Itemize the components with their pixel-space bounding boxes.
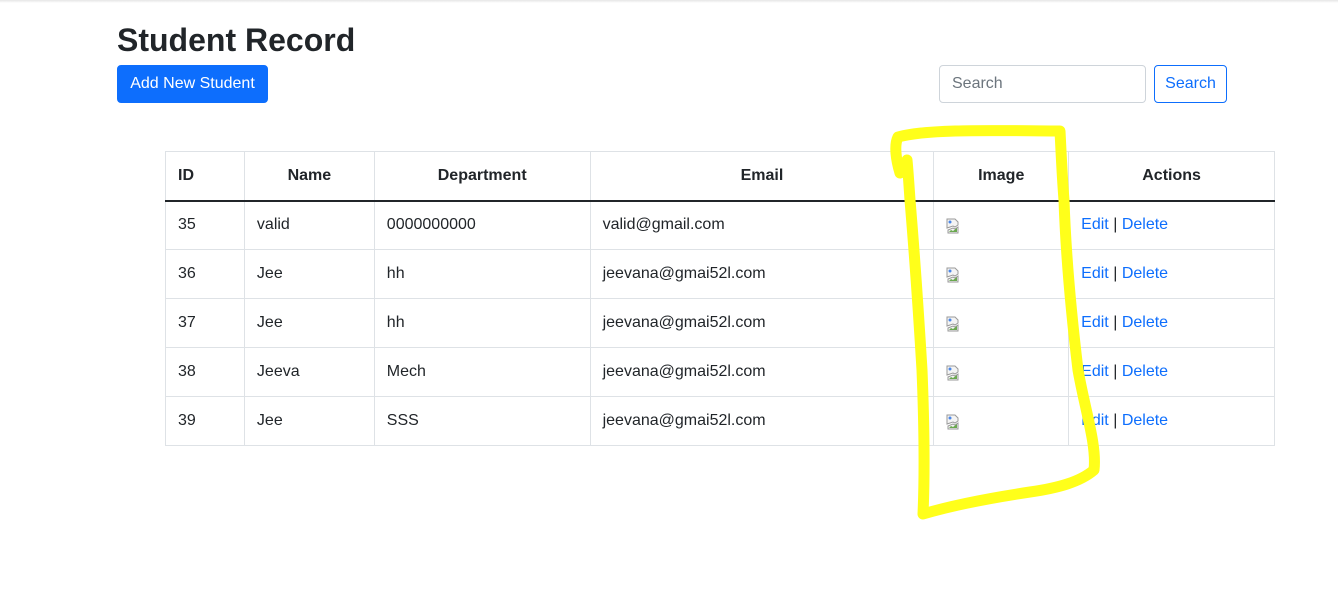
student-table: ID Name Department Email Image Actions 3… bbox=[165, 151, 1275, 446]
cell-email: jeevana@gmai52l.com bbox=[589, 249, 935, 299]
cell-email: jeevana@gmai52l.com bbox=[589, 298, 935, 348]
cell-actions: Edit | Delete bbox=[1068, 298, 1275, 348]
cell-department: 0000000000 bbox=[373, 200, 591, 250]
cell-id: 37 bbox=[165, 298, 245, 348]
cell-id: 39 bbox=[165, 396, 245, 446]
search-input[interactable] bbox=[939, 65, 1146, 103]
edit-link[interactable]: Edit bbox=[1081, 314, 1109, 331]
cell-actions: Edit | Delete bbox=[1068, 347, 1275, 397]
cell-name: Jee bbox=[243, 396, 375, 446]
broken-image-icon bbox=[946, 316, 962, 332]
cell-id: 35 bbox=[165, 200, 245, 250]
action-separator: | bbox=[1113, 314, 1118, 331]
cell-image bbox=[933, 249, 1070, 299]
cell-department: Mech bbox=[373, 347, 591, 397]
cell-id: 38 bbox=[165, 347, 245, 397]
header-id: ID bbox=[165, 151, 245, 202]
broken-image-icon bbox=[946, 267, 962, 283]
table-row: 37 Jee hh jeevana@gmai52l.com Edit | Delete bbox=[165, 298, 1275, 348]
broken-image-icon bbox=[946, 414, 962, 430]
delete-link[interactable]: Delete bbox=[1122, 363, 1168, 380]
cell-email: jeevana@gmai52l.com bbox=[589, 347, 935, 397]
page-title: Student Record bbox=[117, 22, 356, 58]
delete-link[interactable]: Delete bbox=[1122, 265, 1168, 282]
cell-actions: Edit | Delete bbox=[1068, 200, 1275, 250]
action-separator: | bbox=[1113, 216, 1118, 234]
cell-department: hh bbox=[373, 249, 591, 299]
edit-link[interactable]: Edit bbox=[1081, 412, 1109, 429]
top-shadow bbox=[0, 0, 1338, 3]
header-email: Email bbox=[589, 151, 935, 202]
cell-email: valid@gmail.com bbox=[589, 200, 935, 250]
header-image: Image bbox=[933, 151, 1070, 202]
search-button[interactable]: Search bbox=[1154, 65, 1227, 103]
table-row: 35 valid 0000000000 valid@gmail.com Edit | D… bbox=[165, 200, 1275, 250]
action-separator: | bbox=[1113, 412, 1118, 429]
cell-department: hh bbox=[373, 298, 591, 348]
cell-email: jeevana@gmai52l.com bbox=[589, 396, 935, 446]
edit-link[interactable]: Edit bbox=[1081, 216, 1109, 233]
cell-image bbox=[933, 347, 1070, 397]
cell-name: Jee bbox=[243, 298, 375, 348]
add-new-student-button[interactable]: Add New Student bbox=[117, 65, 268, 103]
cell-department: SSS bbox=[373, 396, 591, 446]
cell-image bbox=[933, 396, 1070, 446]
cell-actions: Edit | Delete bbox=[1068, 249, 1275, 299]
broken-image-icon bbox=[946, 218, 962, 234]
broken-image-icon bbox=[946, 365, 962, 381]
delete-link[interactable]: Delete bbox=[1122, 216, 1168, 233]
delete-link[interactable]: Delete bbox=[1122, 314, 1168, 331]
table-row: 38 Jeeva Mech jeevana@gmai52l.com Edit | Del… bbox=[165, 347, 1275, 397]
table-row: 36 Jee hh jeevana@gmai52l.com Edit | Delete bbox=[165, 249, 1275, 299]
header-department: Department bbox=[373, 151, 591, 202]
action-separator: | bbox=[1113, 363, 1118, 380]
edit-link[interactable]: Edit bbox=[1081, 265, 1109, 282]
edit-link[interactable]: Edit bbox=[1081, 363, 1109, 380]
cell-name: valid bbox=[243, 200, 375, 250]
cell-image bbox=[933, 200, 1070, 250]
table-row: 39 Jee SSS jeevana@gmai52l.com Edit | Delete bbox=[165, 396, 1275, 446]
delete-link[interactable]: Delete bbox=[1122, 412, 1168, 429]
cell-name: Jeeva bbox=[243, 347, 375, 397]
cell-image bbox=[933, 298, 1070, 348]
cell-actions: Edit | Delete bbox=[1068, 396, 1275, 446]
action-separator: | bbox=[1113, 265, 1118, 282]
cell-id: 36 bbox=[165, 249, 245, 299]
table-header: ID Name Department Email Image Actions bbox=[165, 151, 1275, 202]
header-actions: Actions bbox=[1068, 151, 1275, 202]
table-body: 35 valid 0000000000 valid@gmail.com Edit | D… bbox=[165, 200, 1275, 446]
cell-name: Jee bbox=[243, 249, 375, 299]
header-name: Name bbox=[243, 151, 375, 202]
